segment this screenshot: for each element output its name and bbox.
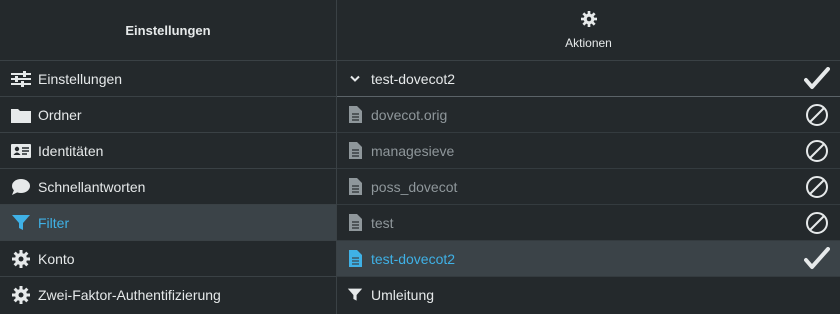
sidebar-item-label: Konto <box>38 250 75 267</box>
disabled-icon[interactable] <box>804 102 830 128</box>
sidebar-header: Einstellungen <box>0 0 336 61</box>
folder-icon <box>11 105 31 125</box>
filter-script-label: poss_dovecot <box>371 178 458 195</box>
redirect-button[interactable]: Umleitung <box>337 277 840 313</box>
filter-panel: Aktionen test-dovecot2 dovecot.orig mana… <box>337 0 840 314</box>
actions-label: Aktionen <box>565 35 612 50</box>
id-card-icon <box>11 141 31 161</box>
filter-script-label: managesieve <box>371 142 455 159</box>
sidebar-item-ordner[interactable]: Ordner <box>0 97 336 133</box>
settings-sidebar: Einstellungen Einstellungen Ordner Ident… <box>0 0 337 314</box>
disabled-icon[interactable] <box>804 138 830 164</box>
document-icon <box>347 142 363 160</box>
filter-script-row[interactable]: managesieve <box>337 133 840 169</box>
document-icon <box>347 106 363 124</box>
sidebar-item-label: Zwei-Faktor-Authentifizierung <box>38 287 221 303</box>
disabled-icon[interactable] <box>804 174 830 200</box>
filter-script-row[interactable]: test-dovecot2 <box>337 241 840 277</box>
sidebar-item-filter[interactable]: Filter <box>0 205 336 241</box>
gear-icon <box>580 10 597 30</box>
filter-icon <box>11 213 31 233</box>
filter-script-label: test <box>371 214 394 231</box>
filter-script-label: test-dovecot2 <box>371 250 456 267</box>
actions-button[interactable]: Aktionen <box>337 0 840 61</box>
redirect-label: Umleitung <box>371 287 435 303</box>
sidebar-item-schnellantworten[interactable]: Schnellantworten <box>0 169 336 205</box>
filterset-name: test-dovecot2 <box>371 70 456 87</box>
document-icon <box>347 214 363 232</box>
sidebar-item-label: Einstellungen <box>38 70 123 87</box>
gear-icon <box>11 285 31 305</box>
sidebar-item-label: Ordner <box>38 106 82 123</box>
filter-script-row[interactable]: poss_dovecot <box>337 169 840 205</box>
filterset-toggle[interactable]: test-dovecot2 <box>337 61 840 97</box>
sidebar-item-label: Identitäten <box>38 142 104 159</box>
chevron-down-icon <box>347 70 363 88</box>
filter-icon <box>347 286 363 304</box>
sidebar-item-label: Schnellantworten <box>38 178 146 195</box>
filter-script-row[interactable]: test <box>337 205 840 241</box>
filter-script-label: dovecot.orig <box>371 106 448 123</box>
sidebar-item-konto[interactable]: Konto <box>0 241 336 277</box>
sliders-icon <box>11 69 31 89</box>
sidebar-item-label: Filter <box>38 214 70 231</box>
checkmark-icon[interactable] <box>804 246 830 272</box>
sidebar-item-zwei-faktor[interactable]: Zwei-Faktor-Authentifizierung <box>0 277 336 313</box>
speech-bubble-icon <box>11 177 31 197</box>
sidebar-item-identitaeten[interactable]: Identitäten <box>0 133 336 169</box>
gear-icon <box>11 249 31 269</box>
disabled-icon[interactable] <box>804 210 830 236</box>
document-icon <box>347 178 363 196</box>
document-icon <box>347 250 363 268</box>
checkmark-icon[interactable] <box>804 66 830 92</box>
sidebar-item-einstellungen[interactable]: Einstellungen <box>0 61 336 97</box>
filter-script-row[interactable]: dovecot.orig <box>337 97 840 133</box>
